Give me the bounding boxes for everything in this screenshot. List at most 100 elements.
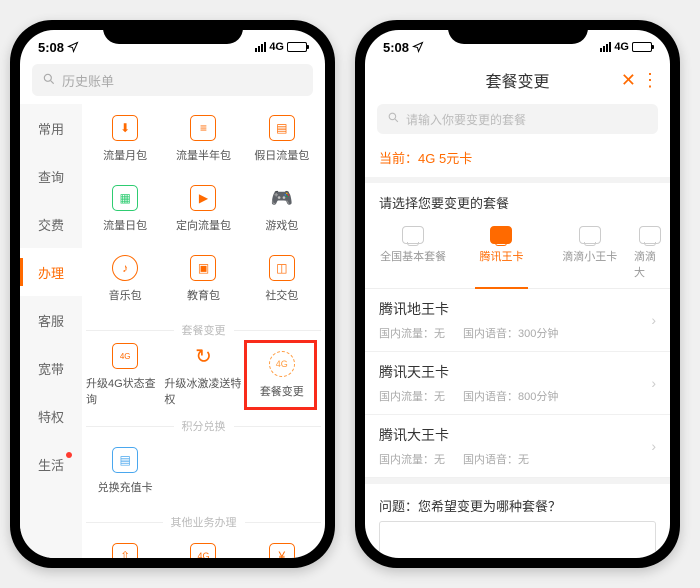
grid-item[interactable]: ▤兑换充值卡 (86, 436, 164, 506)
section-title: 积分兑换 (86, 410, 321, 436)
plan-item[interactable]: 腾讯地王卡 国内流量：无 国内语音：300分钟 › (365, 289, 670, 352)
package-icon: ▤ (269, 115, 295, 141)
grid-item[interactable]: ⬇流量月包 (86, 104, 164, 174)
notification-dot (66, 452, 72, 458)
current-plan-row: 当前：4G 5元卡 (365, 138, 670, 177)
section-title: 套餐变更 (86, 314, 321, 340)
folder-icon (490, 226, 512, 244)
plan-name: 腾讯地王卡 (379, 299, 656, 319)
folder-icon (402, 226, 424, 244)
tab-didi-small[interactable]: 滴滴小王卡 (546, 222, 634, 288)
more-button[interactable]: ⋮ (641, 70, 658, 91)
plan-meta: 国内流量：无 国内语音：300分钟 (379, 325, 656, 341)
question-label: 问题：您希望变更为哪种套餐？ (365, 484, 670, 521)
folder-icon (579, 226, 601, 244)
upgrade-icon: ⇧ (112, 543, 138, 558)
plan-item[interactable]: 腾讯天王卡 国内流量：无 国内语音：800分钟 › (365, 352, 670, 415)
location-icon (67, 41, 79, 53)
sidebar-item-broadband[interactable]: 宽带 (20, 344, 82, 392)
select-plan-label: 请选择您要变更的套餐 (365, 183, 670, 222)
search-placeholder: 请输入你要变更的套餐 (406, 111, 526, 128)
tab-didi-big[interactable]: 滴滴大 (634, 222, 666, 288)
status-time: 5:08 (383, 40, 409, 55)
sidebar-item-common[interactable]: 常用 (20, 104, 82, 152)
game-icon: 🎮 (269, 185, 295, 211)
education-icon: ▣ (190, 255, 216, 281)
grid-item[interactable]: ⇧网龄升级计划 (86, 532, 164, 558)
screen-right: 5:08 4G 套餐变更 ✕ ⋮ 请输入你要变更的套餐 当前：4G 5元卡 (365, 30, 670, 558)
grid-area[interactable]: ⬇流量月包 ≡流量半年包 ▤假日流量包 ▦流量日包 ▶定向流量包 🎮游戏包 ♪音… (82, 104, 325, 558)
grid-item-empty (164, 436, 242, 506)
grid-item[interactable]: ◫社交包 (243, 244, 321, 314)
sidebar: 常用 查询 交费 办理 客服 宽带 特权 生活 (20, 104, 82, 558)
fee-icon: ¥ (269, 543, 295, 558)
grid-item-plan-change[interactable]: 4G 套餐变更 (243, 340, 321, 410)
search-input[interactable]: 历史账单 (32, 64, 313, 96)
social-icon: ◫ (269, 255, 295, 281)
refresh-icon: ↻ (190, 343, 216, 369)
sidebar-item-pay[interactable]: 交费 (20, 200, 82, 248)
search-icon (387, 111, 400, 127)
search-icon (42, 72, 56, 89)
tab-tencent[interactable]: 腾讯王卡 (457, 222, 545, 288)
card-icon: ▤ (112, 447, 138, 473)
plan-meta: 国内流量：无 国内语音：无 (379, 451, 656, 467)
battery-icon (632, 42, 652, 52)
grid-item[interactable]: ▣教育包 (164, 244, 242, 314)
grid-item[interactable]: ♪音乐包 (86, 244, 164, 314)
grid-item[interactable]: 4G开通4G网络 (164, 532, 242, 558)
package-icon: ▦ (112, 185, 138, 211)
sidebar-item-handle[interactable]: 办理 (20, 248, 82, 296)
music-icon: ♪ (112, 255, 138, 281)
notch (448, 20, 588, 44)
folder-icon (639, 226, 661, 244)
chevron-right-icon: › (651, 438, 656, 454)
grid-item[interactable]: ▦流量日包 (86, 174, 164, 244)
page-title: 套餐变更 (485, 68, 549, 92)
chevron-right-icon: › (651, 312, 656, 328)
sidebar-item-service[interactable]: 客服 (20, 296, 82, 344)
current-plan-value: 4G 5元卡 (418, 151, 472, 166)
grid-item[interactable]: ▤假日流量包 (243, 104, 321, 174)
signal-icon (600, 42, 611, 52)
chevron-right-icon: › (651, 375, 656, 391)
play-icon: ▶ (190, 185, 216, 211)
grid-item[interactable]: 🎮游戏包 (243, 174, 321, 244)
phone-right: 5:08 4G 套餐变更 ✕ ⋮ 请输入你要变更的套餐 当前：4G 5元卡 (355, 20, 680, 568)
highlight-box (244, 340, 317, 410)
package-icon: ⬇ (112, 115, 138, 141)
4g-icon: 4G (112, 343, 138, 369)
tab-national[interactable]: 全国基本套餐 (369, 222, 457, 288)
sidebar-item-privilege[interactable]: 特权 (20, 392, 82, 440)
phone-left: 5:08 4G 历史账单 常用 查询 交费 办理 客服 宽带 (10, 20, 335, 568)
grid-item-empty (243, 436, 321, 506)
plan-tabs: 全国基本套餐 腾讯王卡 滴滴小王卡 滴滴大 (365, 222, 670, 289)
grid-item[interactable]: ¥话费代扣 (243, 532, 321, 558)
plan-name: 腾讯大王卡 (379, 425, 656, 445)
grid-item[interactable]: 4G升级4G状态查询 (86, 340, 164, 410)
search-input[interactable]: 请输入你要变更的套餐 (377, 104, 658, 134)
location-icon (412, 41, 424, 53)
status-net: 4G (269, 41, 284, 53)
4g-icon: 4G (190, 543, 216, 558)
answer-textarea[interactable] (379, 521, 656, 558)
grid-item[interactable]: ↻升级冰激凌送特权 (164, 340, 242, 410)
battery-icon (287, 42, 307, 52)
notch (103, 20, 243, 44)
close-button[interactable]: ✕ (621, 70, 636, 91)
grid-item[interactable]: ≡流量半年包 (164, 104, 242, 174)
search-placeholder: 历史账单 (62, 71, 114, 90)
grid-item[interactable]: ▶定向流量包 (164, 174, 242, 244)
signal-icon (255, 42, 266, 52)
plan-name: 腾讯天王卡 (379, 362, 656, 382)
sidebar-item-life[interactable]: 生活 (20, 440, 82, 488)
plan-meta: 国内流量：无 国内语音：800分钟 (379, 388, 656, 404)
sidebar-item-query[interactable]: 查询 (20, 152, 82, 200)
package-icon: ≡ (190, 115, 216, 141)
screen-left: 5:08 4G 历史账单 常用 查询 交费 办理 客服 宽带 (20, 30, 325, 558)
status-net: 4G (614, 41, 629, 53)
section-title: 其他业务办理 (86, 506, 321, 532)
plan-item[interactable]: 腾讯大王卡 国内流量：无 国内语音：无 › (365, 415, 670, 478)
status-time: 5:08 (38, 40, 64, 55)
page-header: 套餐变更 ✕ ⋮ (365, 60, 670, 100)
